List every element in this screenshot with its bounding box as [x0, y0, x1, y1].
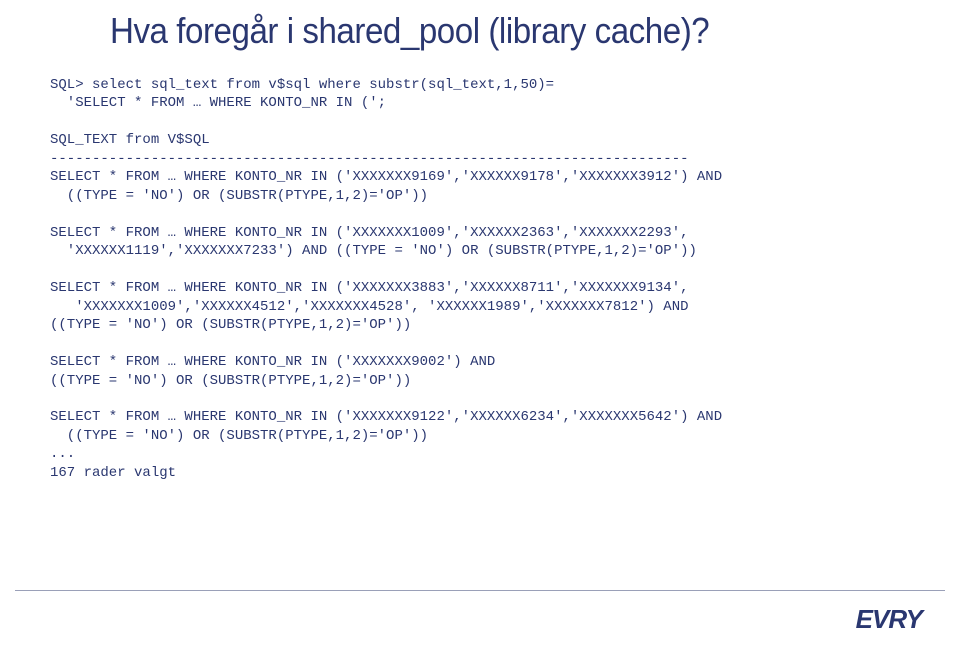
- slide-title: Hva foregår i shared_pool (library cache…: [110, 10, 846, 52]
- slide-container: Hva foregår i shared_pool (library cache…: [0, 0, 960, 502]
- footer-divider: [15, 590, 945, 591]
- sql-code-block: SQL> select sql_text from v$sql where su…: [50, 76, 910, 482]
- evry-logo: EVRY: [856, 604, 922, 635]
